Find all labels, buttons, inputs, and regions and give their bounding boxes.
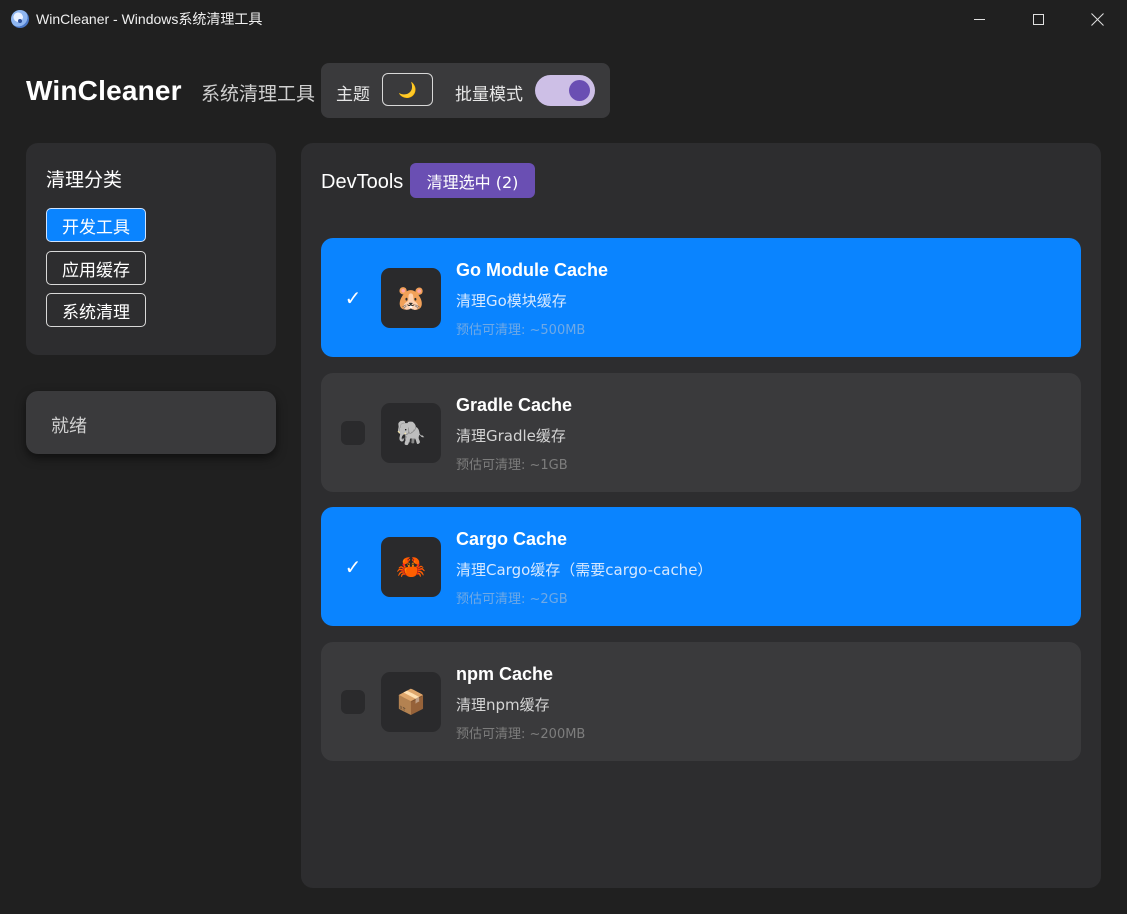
brand-title: WinCleaner <box>26 75 182 106</box>
window-controls <box>950 0 1127 38</box>
item-name: Go Module Cache <box>456 260 609 280</box>
maximize-icon <box>1033 13 1044 25</box>
item-name: npm Cache <box>456 664 554 684</box>
crab-icon: 🦀 <box>381 537 441 597</box>
item-checkbox[interactable] <box>341 690 365 714</box>
item-estimate: 预估可清理: ~500MB <box>456 323 586 338</box>
minimize-icon <box>974 18 985 20</box>
close-icon <box>1091 13 1104 26</box>
cache-item-npm[interactable]: 📦 npm Cache 清理npm缓存 预估可清理: ~200MB <box>321 642 1081 761</box>
clean-selected-button[interactable]: 清理选中 (2) <box>410 163 535 198</box>
cache-item-go-module[interactable]: ✓ 🐹 Go Module Cache 清理Go模块缓存 预估可清理: ~500… <box>321 238 1081 357</box>
window-title: WinCleaner - Windows系统清理工具 <box>36 11 263 27</box>
item-checkbox[interactable] <box>341 421 365 445</box>
item-description: 清理Cargo缓存（需要cargo-cache） <box>456 561 713 579</box>
minimize-button[interactable] <box>950 0 1009 38</box>
cache-item-gradle[interactable]: 🐘 Gradle Cache 清理Gradle缓存 预估可清理: ~1GB <box>321 373 1081 492</box>
item-checkbox[interactable]: ✓ <box>341 555 365 579</box>
header-toolbar: 主题 🌙 批量模式 <box>321 63 610 118</box>
brand-subtitle: 系统清理工具 <box>201 83 316 105</box>
theme-label: 主题 <box>336 85 370 105</box>
toggle-knob <box>569 80 590 101</box>
item-description: 清理npm缓存 <box>456 696 550 714</box>
app-icon <box>11 10 29 28</box>
item-estimate: 预估可清理: ~1GB <box>456 458 568 473</box>
section-title: DevTools <box>321 171 404 193</box>
theme-toggle-button[interactable]: 🌙 <box>382 73 433 106</box>
status-panel: 就绪 <box>26 391 276 454</box>
category-panel: 清理分类 开发工具 应用缓存 系统清理 <box>26 143 276 355</box>
item-name: Gradle Cache <box>456 395 573 415</box>
item-checkbox[interactable]: ✓ <box>341 286 365 310</box>
item-description: 清理Gradle缓存 <box>456 427 566 445</box>
batch-mode-toggle[interactable] <box>535 75 595 106</box>
title-bar: WinCleaner - Windows系统清理工具 <box>0 0 1127 38</box>
cache-item-cargo[interactable]: ✓ 🦀 Cargo Cache 清理Cargo缓存（需要cargo-cache）… <box>321 507 1081 626</box>
item-name: Cargo Cache <box>456 529 568 549</box>
category-system-clean-button[interactable]: 系统清理 <box>46 293 146 327</box>
main-panel: DevTools 清理选中 (2) ✓ 🐹 Go Module Cache 清理… <box>301 143 1101 888</box>
close-button[interactable] <box>1068 0 1127 38</box>
batch-mode-label: 批量模式 <box>455 85 523 105</box>
category-title: 清理分类 <box>46 169 123 191</box>
item-estimate: 预估可清理: ~2GB <box>456 592 568 607</box>
category-devtools-button[interactable]: 开发工具 <box>46 208 146 242</box>
maximize-button[interactable] <box>1009 0 1068 38</box>
elephant-icon: 🐘 <box>381 403 441 463</box>
category-app-cache-button[interactable]: 应用缓存 <box>46 251 146 285</box>
package-icon: 📦 <box>381 672 441 732</box>
item-estimate: 预估可清理: ~200MB <box>456 727 586 742</box>
gopher-icon: 🐹 <box>381 268 441 328</box>
item-description: 清理Go模块缓存 <box>456 292 567 310</box>
moon-icon: 🌙 <box>398 80 417 99</box>
status-text: 就绪 <box>51 416 87 437</box>
